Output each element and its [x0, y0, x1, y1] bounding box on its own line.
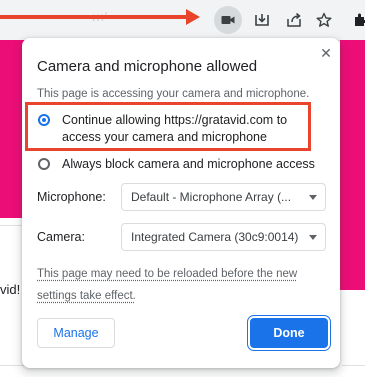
option-continue-allowing-label: Continue allowing https://gratavid.com t…: [62, 112, 287, 146]
install-icon[interactable]: [250, 8, 274, 32]
option-continue-allowing-line1: Continue allowing https://gratavid.com t…: [62, 113, 288, 127]
option-continue-allowing[interactable]: Continue allowing https://gratavid.com t…: [38, 112, 287, 146]
reload-notice: This page may need to be reloaded before…: [37, 263, 322, 307]
close-button[interactable]: ✕: [317, 44, 335, 62]
microphone-select[interactable]: Default - Microphone Array (...: [121, 183, 326, 211]
radio-always-block[interactable]: [38, 158, 50, 170]
option-always-block[interactable]: Always block camera and microphone acces…: [38, 156, 315, 173]
microphone-select-value: Default - Microphone Array (...: [131, 190, 292, 204]
share-icon[interactable]: [282, 8, 306, 32]
done-button[interactable]: Done: [250, 318, 328, 348]
radio-continue-allowing[interactable]: [38, 114, 50, 126]
camera-mic-permission-popup: ✕ Camera and microphone allowed This pag…: [22, 38, 340, 368]
camera-select[interactable]: Integrated Camera (30c9:0014): [121, 223, 326, 251]
bookmark-star-icon[interactable]: [312, 8, 336, 32]
page-text-fragment: vid!: [0, 282, 21, 297]
option-always-block-label: Always block camera and microphone acces…: [62, 157, 315, 171]
popup-subtitle: This page is accessing your camera and m…: [37, 88, 310, 100]
option-continue-allowing-line2: access your camera and microphone: [62, 130, 267, 144]
chevron-down-icon: [309, 235, 317, 240]
browser-toolbar: ıııᴵ: [0, 0, 365, 41]
camera-label: Camera:: [37, 230, 85, 244]
camera-select-value: Integrated Camera (30c9:0014): [131, 230, 299, 244]
annotation-arrow-head: [186, 9, 200, 25]
manage-button[interactable]: Manage: [37, 318, 115, 348]
chevron-down-icon: [309, 195, 317, 200]
popup-title: Camera and microphone allowed: [37, 58, 258, 75]
annotation-arrow-shaft: [0, 15, 190, 19]
page-divider-bottom-right: [342, 365, 365, 366]
page-banner-right: [340, 40, 365, 290]
microphone-label: Microphone:: [37, 190, 106, 204]
camera-icon[interactable]: [214, 6, 242, 34]
reload-notice-line2: settings take effect.: [37, 290, 136, 302]
extensions-icon[interactable]: [348, 8, 365, 32]
browser-window: ıııᴵ: [0, 0, 365, 377]
reload-notice-line1: This page may need to be reloaded before…: [37, 268, 298, 280]
